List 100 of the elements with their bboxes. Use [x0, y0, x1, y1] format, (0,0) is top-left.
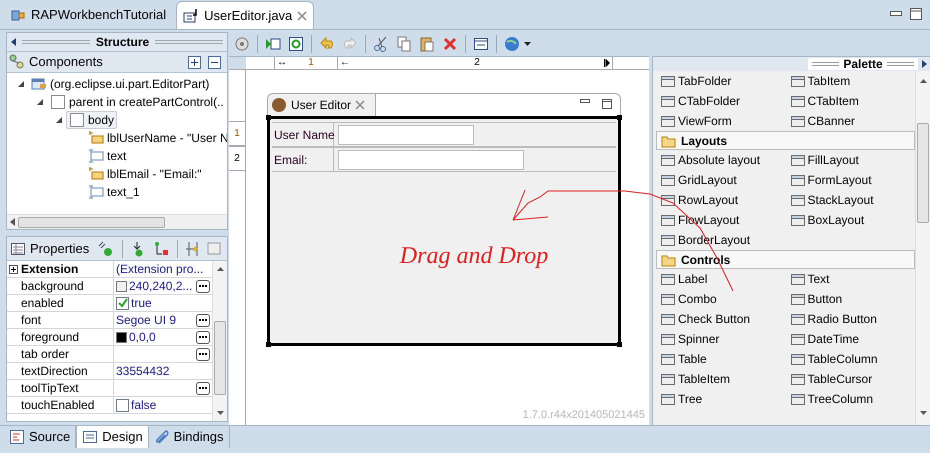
palette-item[interactable]: BoxLayout [786, 210, 915, 230]
component-node[interactable]: (org.eclipse.ui.part.EditorPart) [28, 75, 212, 93]
folder-icon [661, 134, 677, 148]
bottom-tab[interactable]: Source [4, 426, 76, 448]
version-text: 1.7.0.r44x201405021445 [522, 408, 645, 422]
palette-item[interactable]: GridLayout [656, 170, 786, 190]
palette-item[interactable]: Table [656, 349, 786, 369]
collapse-right-icon[interactable] [922, 60, 927, 68]
ellipsis-button[interactable] [196, 330, 210, 344]
label-icon [88, 166, 104, 182]
folder-icon [661, 252, 677, 266]
palette-item[interactable]: TabItem [786, 71, 915, 91]
expand-all-icon[interactable] [188, 56, 201, 68]
palette-item[interactable]: Text [786, 269, 915, 289]
scroll-up-icon[interactable] [920, 79, 926, 83]
palette-item[interactable]: Absolute layout [656, 150, 786, 170]
bottom-tab[interactable]: Design [76, 426, 149, 448]
palette-item[interactable]: CTabFolder [656, 91, 786, 111]
paperclip-icon [154, 429, 170, 445]
property-name: background [21, 278, 84, 295]
checkbox[interactable] [116, 398, 129, 412]
form-label: User Name [274, 126, 335, 144]
vertical-scrollbar[interactable] [915, 71, 930, 425]
text-field-icon [88, 184, 104, 200]
horizontal-scrollbar[interactable] [7, 214, 227, 229]
column-end-icon [604, 59, 610, 67]
palette-item[interactable]: Tree [656, 389, 786, 409]
components-icon [9, 54, 25, 70]
palette-item[interactable]: FillLayout [786, 150, 915, 170]
minimize-icon[interactable] [890, 11, 902, 17]
collapse-all-icon[interactable] [208, 56, 221, 68]
component-node[interactable]: lblEmail - "Email:" [85, 165, 205, 183]
palette-item[interactable]: CBanner [786, 111, 915, 131]
bottom-tab[interactable]: Bindings [148, 426, 230, 448]
expand-triangle-icon[interactable] [17, 80, 25, 88]
property-name: font [21, 312, 42, 329]
property-value: true [131, 295, 152, 311]
component-node[interactable]: text_1 [85, 183, 143, 201]
property-name: enabled [21, 295, 64, 312]
scrollbar-thumb[interactable] [18, 216, 165, 228]
maximize-icon[interactable] [910, 8, 922, 20]
palette-item[interactable]: Button [786, 289, 915, 309]
property-value: (Extension pro... [116, 261, 204, 277]
expand-triangle-icon[interactable] [36, 98, 44, 106]
palette-item[interactable]: TabFolder [656, 71, 786, 91]
panel-title: Palette [843, 58, 883, 70]
form-title: User Editor [291, 97, 352, 114]
palette-item[interactable]: StackLayout [786, 190, 915, 210]
component-node[interactable]: parent in createPartControl(.. [47, 93, 227, 111]
palette-item[interactable]: Label [656, 269, 786, 289]
palette-item[interactable]: TreeColumn [786, 389, 915, 409]
ellipsis-button[interactable] [196, 382, 210, 394]
palette-item[interactable]: Check Button [656, 309, 786, 329]
composite-body[interactable]: User Name Email: Drag and Drop [267, 116, 621, 346]
minimize-icon[interactable] [580, 99, 590, 104]
maximize-icon[interactable] [602, 99, 612, 109]
palette-item[interactable]: Spinner [656, 329, 786, 349]
scroll-up-icon[interactable] [216, 267, 224, 271]
scroll-down-icon[interactable] [920, 411, 926, 415]
palette-item[interactable]: TableColumn [786, 349, 915, 369]
scroll-left-icon[interactable] [10, 218, 15, 226]
palette-item[interactable]: DateTime [786, 329, 915, 349]
dropdown-caret-icon[interactable] [524, 42, 531, 46]
input-field[interactable] [338, 150, 524, 170]
scrollbar-thumb[interactable] [917, 123, 929, 223]
scrollbar-thumb[interactable] [214, 321, 226, 395]
property-value: false [131, 397, 156, 413]
editor-tab[interactable]: RAPWorkbenchTutorial [4, 1, 172, 29]
editor-tab[interactable]: UserEditor.java [176, 1, 314, 29]
palette-item[interactable]: Radio Button [786, 309, 915, 329]
palette-section-header[interactable]: Layouts [656, 131, 915, 150]
ellipsis-button[interactable] [196, 314, 210, 326]
input-field[interactable] [338, 124, 474, 144]
palette-item[interactable]: Combo [656, 289, 786, 309]
expand-triangle-icon[interactable] [55, 116, 63, 124]
label-icon [88, 130, 104, 146]
scroll-down-icon[interactable] [216, 411, 224, 415]
palette-item[interactable]: TableCursor [786, 369, 915, 389]
ellipsis-button[interactable] [196, 280, 210, 292]
component-node[interactable]: body [66, 111, 118, 129]
property-value: 0,0,0 [129, 329, 156, 345]
close-icon[interactable] [355, 100, 366, 110]
property-name: toolTipText [21, 380, 79, 397]
palette-item[interactable]: FormLayout [786, 170, 915, 190]
component-node[interactable]: text [85, 147, 130, 165]
palette-item[interactable]: ViewForm [656, 111, 786, 131]
expand-plus-icon[interactable] [9, 264, 18, 274]
palette-item[interactable]: TableItem [656, 369, 786, 389]
close-icon[interactable] [297, 10, 308, 20]
palette-item[interactable]: RowLayout [656, 190, 786, 210]
property-name: textDirection [21, 363, 88, 380]
column-number: 1 [308, 57, 314, 69]
palette-item[interactable]: CTabItem [786, 91, 915, 111]
source-icon [9, 429, 25, 445]
property-name: tab order [21, 346, 70, 363]
vertical-scrollbar[interactable] [212, 261, 227, 421]
collapse-left-icon[interactable] [11, 38, 16, 46]
checkbox[interactable] [116, 296, 129, 310]
ellipsis-button[interactable] [196, 348, 210, 360]
property-value: 240,240,2... [129, 278, 192, 294]
